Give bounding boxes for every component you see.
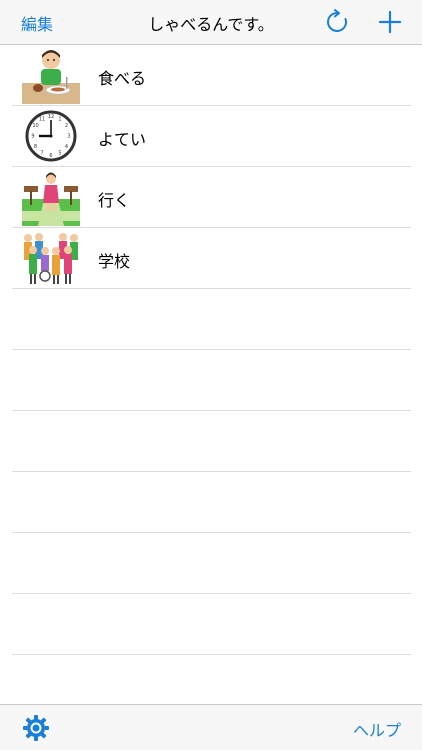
school-group-illustration: [22, 230, 80, 287]
gear-icon[interactable]: [22, 714, 50, 742]
svg-text:6: 6: [49, 153, 52, 159]
svg-text:5: 5: [58, 151, 61, 157]
clock-illustration: 12 1 2 3 4 5 6 7 8 9 10 11: [25, 110, 77, 162]
list-item[interactable]: 行く: [0, 167, 422, 228]
svg-text:3: 3: [67, 134, 70, 140]
list-item-label: 行く: [98, 191, 131, 210]
svg-text:7: 7: [40, 151, 43, 157]
svg-text:11: 11: [39, 117, 45, 123]
empty-row: [0, 350, 422, 411]
navigation-bar: 編集 しゃべるんです。: [0, 0, 422, 45]
bottom-toolbar: ヘルプ: [0, 704, 422, 750]
empty-row: [0, 289, 422, 350]
empty-row: [0, 533, 422, 594]
card-list: 食べる 12 1 2 3 4 5 6 7 8 9 10 11 よてい 行く 学校: [0, 45, 422, 716]
refresh-icon[interactable]: [324, 9, 350, 35]
svg-text:8: 8: [34, 144, 37, 150]
svg-text:2: 2: [65, 123, 68, 129]
list-item[interactable]: 12 1 2 3 4 5 6 7 8 9 10 11 よてい: [0, 106, 422, 167]
empty-row: [0, 472, 422, 533]
list-item-label: 学校: [98, 252, 131, 271]
empty-row: [0, 594, 422, 655]
eating-child-illustration: [22, 50, 80, 104]
svg-text:9: 9: [31, 134, 34, 140]
list-item-label: よてい: [98, 130, 147, 149]
svg-text:10: 10: [32, 123, 38, 129]
empty-row: [0, 411, 422, 472]
list-item[interactable]: 学校: [0, 228, 422, 289]
list-item[interactable]: 食べる: [0, 45, 422, 106]
help-button[interactable]: ヘルプ: [353, 717, 401, 741]
page-title: しゃべるんです。: [148, 15, 274, 34]
list-item-label: 食べる: [98, 69, 147, 88]
plus-icon[interactable]: [377, 9, 403, 35]
walking-crossroads-illustration: [22, 169, 80, 226]
svg-text:1: 1: [58, 117, 61, 123]
svg-text:4: 4: [65, 144, 68, 150]
svg-text:12: 12: [48, 114, 54, 120]
